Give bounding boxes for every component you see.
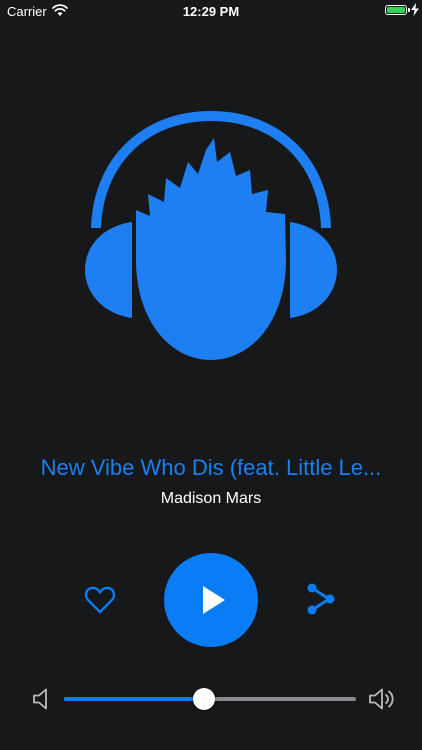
headphones-icon [85,110,337,360]
volume-slider[interactable] [64,688,356,710]
track-title: New Vibe Who Dis (feat. Little Le... [40,455,382,480]
volume-fill [64,697,205,701]
status-time: 12:29 PM [182,4,240,19]
charging-bolt-icon [411,3,419,16]
play-icon [203,586,225,614]
share-icon [307,583,335,615]
battery-level [387,7,405,13]
volume-high-icon[interactable] [368,687,396,711]
volume-low-icon[interactable] [32,687,50,711]
battery-cap [408,8,410,12]
status-bar: Carrier 12:29 PM [0,0,422,24]
share-button[interactable] [305,582,337,616]
battery-icon [385,5,407,15]
play-button[interactable] [164,553,258,647]
heart-icon [84,586,116,614]
volume-thumb[interactable] [193,688,216,710]
track-artist: Madison Mars [160,490,262,507]
like-button[interactable] [84,585,116,615]
